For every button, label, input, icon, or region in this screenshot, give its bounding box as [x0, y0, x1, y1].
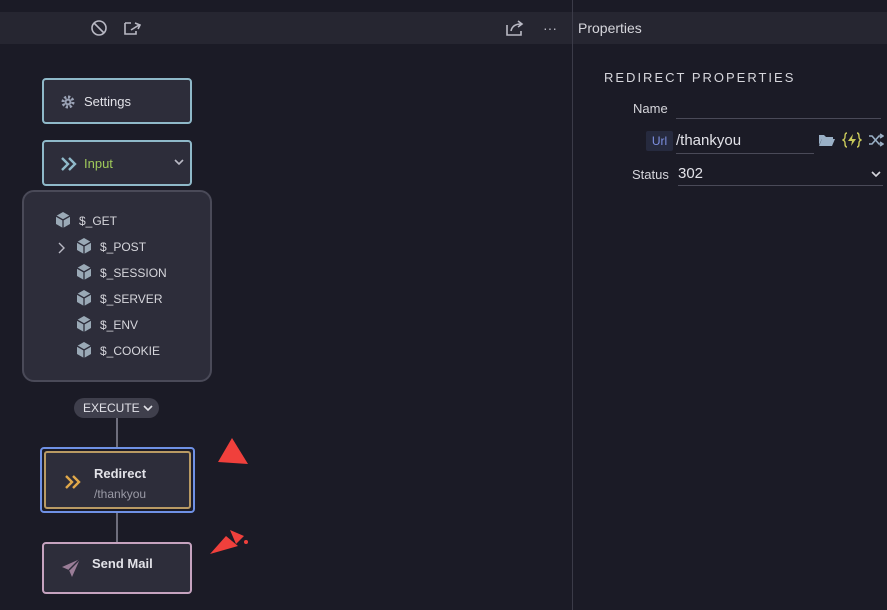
gear-icon: [60, 94, 76, 115]
url-input[interactable]: [676, 128, 814, 154]
send-mail-title: Send Mail: [92, 556, 153, 571]
expression-bolt-icon[interactable]: [841, 132, 863, 153]
variable-label: $_GET: [79, 214, 118, 228]
variable-item[interactable]: $_COOKIE: [75, 341, 161, 362]
annotation-arrow-icon: [210, 530, 248, 554]
settings-node[interactable]: Settings: [42, 78, 192, 124]
canvas-toolbar: ···: [0, 12, 572, 44]
status-label: Status: [632, 167, 669, 182]
connector-line: [116, 418, 118, 448]
name-underline: [676, 118, 881, 119]
variable-label: $_ENV: [100, 318, 139, 332]
settings-label: Settings: [84, 94, 131, 109]
export-icon[interactable]: [123, 18, 143, 38]
variable-item[interactable]: $_ENV: [75, 315, 139, 336]
chevron-down-icon[interactable]: [174, 155, 184, 174]
name-label: Name: [633, 101, 668, 116]
cube-icon: [54, 211, 79, 232]
paper-plane-icon: [60, 557, 82, 584]
variable-item[interactable]: $_POST: [75, 237, 147, 258]
input-node[interactable]: Input: [42, 140, 192, 186]
execute-dropdown[interactable]: EXECUTE: [74, 398, 159, 418]
variable-label: $_SESSION: [100, 266, 167, 280]
disable-icon[interactable]: [89, 18, 109, 38]
properties-header: Properties: [573, 12, 887, 44]
connector-line: [116, 513, 118, 543]
redirect-subtitle: /thankyou: [94, 487, 147, 501]
chevron-down-icon: [871, 162, 881, 194]
variable-item[interactable]: $_SERVER: [75, 289, 163, 310]
annotation-arrow-icon: [218, 438, 248, 464]
variable-label: $_POST: [100, 240, 147, 254]
more-icon[interactable]: ···: [540, 18, 560, 38]
url-type-chip[interactable]: Url: [646, 131, 673, 151]
cube-icon: [75, 341, 100, 362]
redirect-title: Redirect: [94, 466, 147, 481]
status-value: 302: [678, 165, 704, 182]
status-select[interactable]: 302: [678, 162, 883, 186]
properties-title: REDIRECT PROPERTIES: [604, 70, 796, 85]
cube-icon: [75, 237, 100, 258]
chevron-right-icon[interactable]: [57, 241, 65, 259]
redirect-node[interactable]: Redirect /thankyou: [40, 447, 195, 513]
input-label: Input: [84, 156, 113, 171]
variable-item[interactable]: $_GET: [54, 211, 118, 232]
variable-item[interactable]: $_SESSION: [75, 263, 167, 284]
folder-open-icon[interactable]: [818, 133, 836, 152]
cube-icon: [75, 263, 100, 284]
name-input[interactable]: [676, 98, 881, 118]
share-icon[interactable]: [505, 18, 525, 38]
properties-panel: Properties REDIRECT PROPERTIES Name Url …: [573, 0, 887, 610]
send-mail-node[interactable]: Send Mail: [42, 542, 192, 594]
redirect-chevrons-icon: [64, 474, 82, 495]
variable-label: $_COOKIE: [100, 344, 161, 358]
url-tools: [818, 132, 885, 153]
cube-icon: [75, 315, 100, 336]
execute-label: EXECUTE: [83, 401, 140, 415]
variable-label: $_SERVER: [100, 292, 163, 306]
chevron-down-icon: [143, 398, 153, 426]
shuffle-icon[interactable]: [868, 133, 885, 152]
double-chevron-icon: [60, 156, 78, 177]
cube-icon: [75, 289, 100, 310]
